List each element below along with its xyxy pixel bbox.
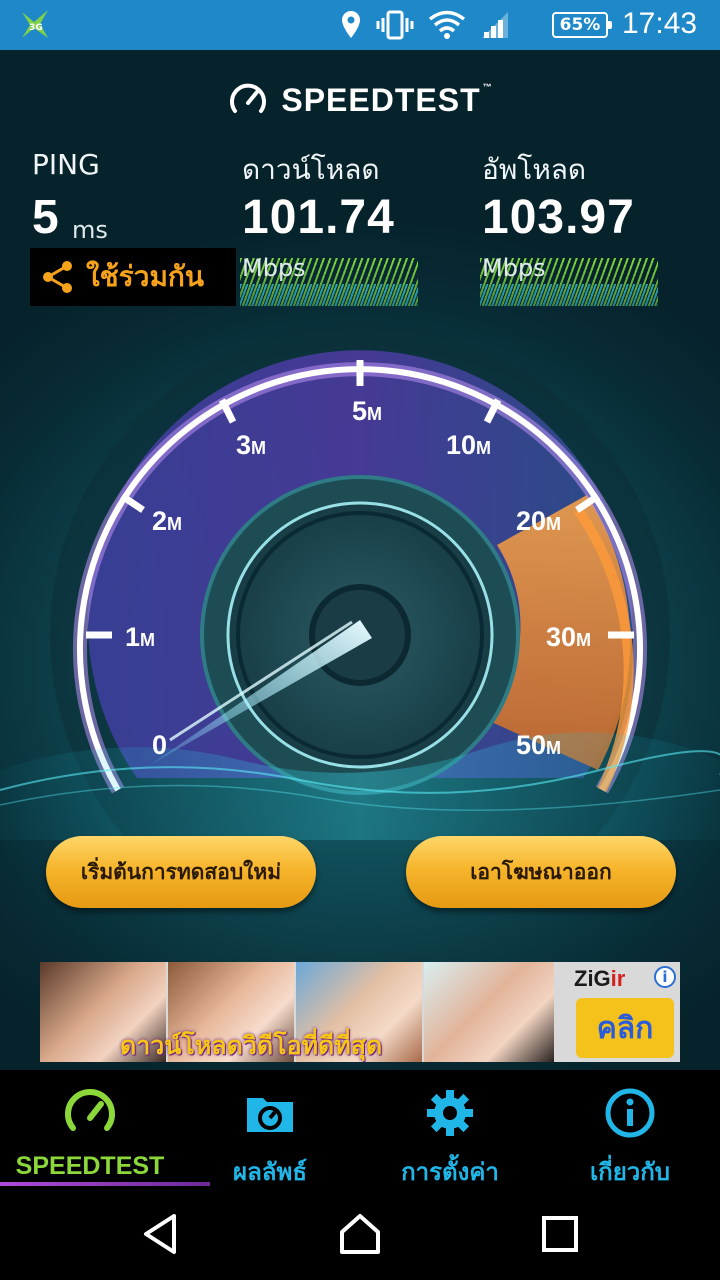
system-nav-bar [0,1188,720,1280]
ad-caption: ดาวน์โหลดวิดีโอที่ดีที่สุด [120,1031,383,1060]
restart-test-button[interactable]: เริ่มต้นการทดสอบใหม่ [46,836,316,908]
download-label: ดาวน์โหลด [242,153,380,186]
ping-value: 5 [32,191,60,244]
share-icon [43,261,72,293]
ad-banner[interactable]: ดาวน์โหลดวิดีโอที่ดีที่สุด ZiGir คลิก i [40,962,680,1062]
share-label: ใช้ร่วมกัน [86,260,204,293]
tab-speedtest-label: SPEEDTEST [15,1152,165,1180]
tab-speedtest[interactable]: SPEEDTEST [0,1070,210,1188]
wifi-icon [428,10,466,39]
gear-icon [427,1090,473,1136]
speedtest-logo-icon [230,83,267,113]
status-icons [340,9,510,41]
ad-photo-4 [424,962,554,1062]
tab-results-label: ผลลัพธ์ [233,1158,307,1186]
download-value: 101.74 [242,191,395,244]
ad-cta-button[interactable]: คลิก [576,998,674,1058]
app-title: SPEEDTEST ™ [281,81,493,118]
results-folder-icon [247,1098,293,1132]
tab-about[interactable]: เกี่ยวกับ [540,1070,720,1188]
tab-about-label: เกี่ยวกับ [589,1158,671,1186]
upload-value: 103.97 [482,191,635,244]
back-icon[interactable] [136,1210,184,1258]
recents-icon[interactable] [536,1210,584,1258]
ping-label: PING [32,148,100,181]
ad-brand: ZiGir [574,966,626,991]
download-unit: Mbps [242,254,306,282]
ad-info-icon[interactable]: i [654,966,676,988]
upload-label: อัพโหลด [482,153,587,186]
ping-unit: ms [72,216,108,244]
app-header: SPEEDTEST ™ [0,78,720,122]
upload-unit: Mbps [482,254,546,282]
tab-results[interactable]: ผลลัพธ์ [180,1070,360,1188]
speedtest-screen: SPEEDTEST ™ PING 5 ms ดาวน์โหลด 101.74 Mb… [0,50,720,1070]
tab-settings-label: การตั้งค่า [401,1158,499,1186]
status-bar: 3G 65% 17:43 [0,0,720,50]
bottom-tab-bar: SPEEDTEST ผลลัพธ์ การตั้งค่า เกี่ยวกับ [0,1070,720,1188]
tab-settings[interactable]: การตั้งค่า [360,1070,540,1188]
signal-icon [482,12,508,38]
home-icon[interactable] [336,1210,384,1258]
clock: 17:43 [622,7,698,40]
vibrate-icon [376,10,414,40]
battery-indicator: 65% [552,12,612,38]
tick-label-0: 0 [152,730,167,760]
info-icon [605,1088,655,1138]
carrier-logo-icon: 3G [22,10,48,38]
carrier-logo-text: 3G [29,23,43,33]
active-tab-indicator [0,1182,210,1186]
speedometer-icon [65,1089,115,1131]
speed-gauge: 0 1M 2M 3M 5M 10M 20M 30M 50M [0,325,720,840]
remove-ads-button[interactable]: เอาโฆษณาออก [406,836,676,908]
share-button[interactable]: ใช้ร่วมกัน [30,248,236,306]
location-icon [342,11,360,38]
